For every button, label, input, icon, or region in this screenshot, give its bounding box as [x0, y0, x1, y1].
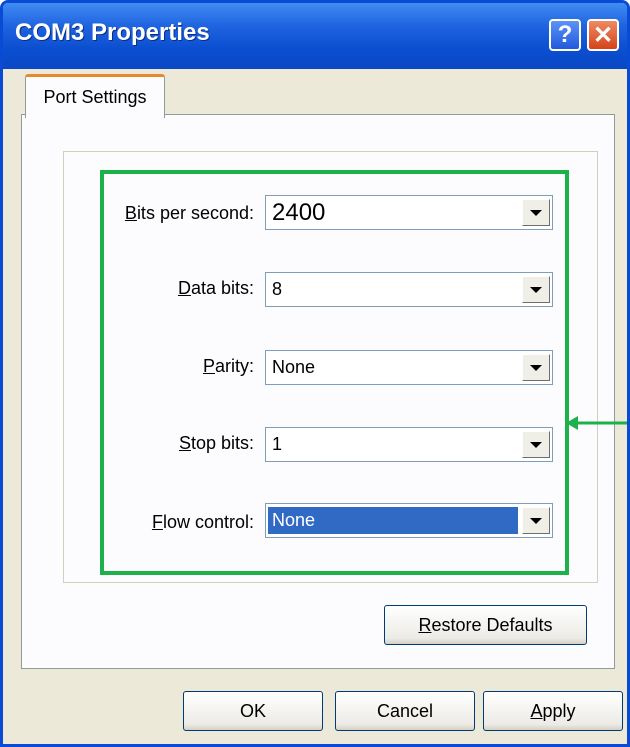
tab-label: Port Settings: [43, 87, 147, 107]
bits-per-second-dropdown-button[interactable]: [522, 199, 550, 226]
help-button[interactable]: ?: [549, 19, 581, 51]
title-bar[interactable]: COM3 Properties ? ✕: [3, 3, 627, 69]
ok-label: OK: [239, 700, 266, 721]
help-icon: ?: [557, 21, 573, 48]
stop-bits-select[interactable]: 1: [265, 427, 553, 462]
window-title: COM3 Properties: [15, 19, 210, 46]
bits-per-second-value: 2400: [272, 199, 326, 226]
parity-dropdown-button[interactable]: [522, 354, 550, 381]
close-icon: ✕: [592, 21, 614, 49]
parity-select[interactable]: None: [265, 350, 553, 385]
properties-dialog: COM3 Properties ? ✕ Port Settings Bits p…: [0, 0, 630, 747]
chevron-down-icon: [530, 441, 542, 448]
annotation-arrow-icon: [566, 416, 627, 430]
flow-control-value: None: [268, 507, 518, 534]
bits-per-second-select[interactable]: 2400: [265, 195, 553, 230]
close-button[interactable]: ✕: [587, 19, 619, 51]
chevron-down-icon: [530, 517, 542, 524]
ok-button[interactable]: OK: [183, 691, 323, 731]
data-bits-select[interactable]: 8: [265, 272, 553, 307]
apply-label: Apply: [530, 700, 576, 721]
port-settings-panel: Bits per second: 2400 Data bits: 8 Parit…: [21, 114, 615, 669]
flow-control-label: Flow control:: [151, 512, 254, 532]
apply-button[interactable]: Apply: [483, 691, 623, 731]
cancel-label: Cancel: [376, 700, 434, 721]
chevron-down-icon: [530, 209, 542, 216]
data-bits-dropdown-button[interactable]: [522, 276, 550, 303]
chevron-down-icon: [530, 286, 542, 293]
data-bits-label: Data bits:: [177, 278, 254, 298]
data-bits-value: 8: [272, 279, 283, 299]
parity-label: Parity:: [202, 356, 254, 376]
chevron-down-icon: [530, 364, 542, 371]
stop-bits-label: Stop bits:: [178, 433, 254, 453]
restore-defaults-label: Restore Defaults: [418, 614, 553, 635]
stop-bits-value: 1: [272, 434, 283, 454]
restore-defaults-button[interactable]: Restore Defaults: [384, 605, 587, 645]
flow-control-dropdown-button[interactable]: [522, 507, 550, 534]
stop-bits-dropdown-button[interactable]: [522, 431, 550, 458]
bits-per-second-label: Bits per second:: [124, 203, 254, 223]
parity-value: None: [272, 357, 316, 377]
cancel-button[interactable]: Cancel: [335, 691, 475, 731]
flow-control-select[interactable]: None: [265, 503, 553, 538]
tab-port-settings[interactable]: Port Settings: [25, 74, 165, 118]
